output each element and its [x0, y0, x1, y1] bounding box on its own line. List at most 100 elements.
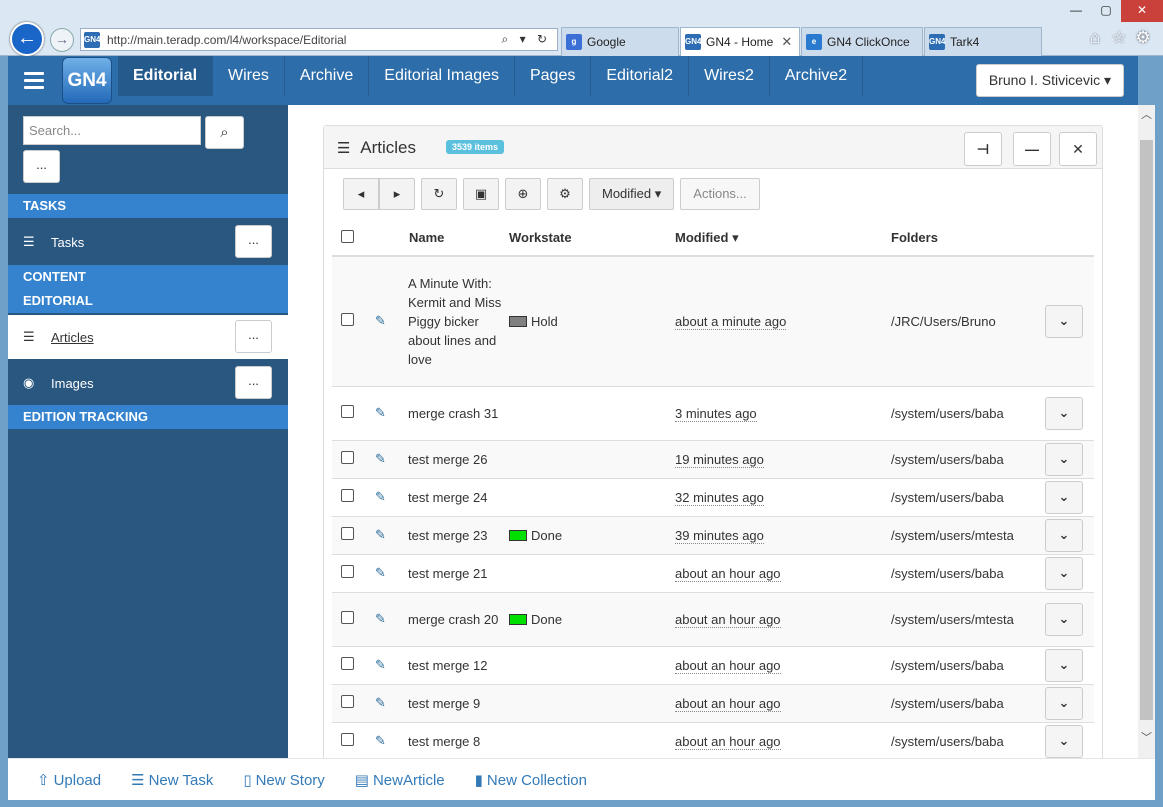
row-checkbox[interactable]	[341, 695, 354, 708]
column-header-folders[interactable]: Folders	[890, 220, 1044, 257]
table-row[interactable]: ✎ test merge 8 about an hour ago/system/us…	[332, 721, 1094, 760]
row-actions-dropdown[interactable]: ⌄	[1045, 442, 1083, 476]
new-story-link[interactable]: ▯ New Story	[243, 771, 324, 789]
scroll-up-arrow[interactable]: ︿	[1138, 105, 1155, 125]
row-name[interactable]: test merge 21	[408, 553, 508, 592]
row-name[interactable]: merge crash 20	[408, 591, 508, 646]
browser-tab[interactable]: GN4 Tark4	[924, 27, 1042, 56]
table-row[interactable]: ✎ test merge 12 about an hour ago/system/u…	[332, 645, 1094, 684]
minimize-window-button[interactable]: —	[1061, 0, 1091, 22]
row-actions-dropdown[interactable]: ⌄	[1045, 396, 1083, 430]
save-button[interactable]: ▣	[463, 178, 499, 210]
row-name[interactable]: test merge 24	[408, 477, 508, 516]
section-edition-tracking[interactable]: EDITION TRACKING	[8, 405, 288, 429]
settings-gear-icon[interactable]: ⚙	[1131, 28, 1155, 48]
row-checkbox[interactable]	[341, 733, 354, 747]
nav-link-archive[interactable]: Archive	[285, 56, 370, 96]
sidebar-item-tasks[interactable]: ☰ Tasks ...	[8, 220, 288, 264]
row-checkbox[interactable]	[341, 657, 354, 670]
hamburger-menu-icon[interactable]	[8, 56, 60, 105]
row-name[interactable]: test merge 26	[408, 439, 508, 478]
address-tools[interactable]: ⌕ ▾ ↻	[502, 32, 551, 47]
section-tasks[interactable]: TASKS	[8, 194, 288, 218]
nav-link-wires[interactable]: Wires	[213, 56, 285, 96]
column-header-workstate[interactable]: Workstate	[508, 220, 674, 257]
row-name[interactable]: merge crash 31	[408, 385, 508, 440]
favorites-star-icon[interactable]: ☆	[1107, 28, 1131, 48]
row-checkbox[interactable]	[341, 489, 354, 502]
section-editorial[interactable]: EDITORIAL	[23, 289, 288, 313]
gn4-logo[interactable]: GN4	[62, 57, 112, 104]
table-row[interactable]: ✎ test merge 23 Done 39 minutes ago/system/…	[332, 515, 1094, 554]
back-button[interactable]: ←	[10, 22, 44, 56]
sidebar-item-images[interactable]: ◉ Images ...	[8, 361, 288, 405]
sort-dropdown[interactable]: Modified ▾	[589, 178, 675, 210]
images-more-button[interactable]: ...	[235, 366, 272, 399]
row-actions-dropdown[interactable]: ⌄	[1045, 480, 1083, 514]
minimize-panel-button[interactable]: —	[1013, 132, 1051, 166]
actions-button[interactable]: Actions...	[680, 178, 760, 210]
table-row[interactable]: ✎ test merge 21 about an hour ago/system/u…	[332, 553, 1094, 592]
upload-link[interactable]: ⇧ Upload	[37, 771, 101, 789]
row-name[interactable]: test merge 9	[408, 683, 508, 722]
row-actions-dropdown[interactable]: ⌄	[1045, 686, 1083, 720]
column-header-name[interactable]: Name	[408, 220, 508, 257]
table-row[interactable]: ✎ test merge 26 19 minutes ago/system/user…	[332, 439, 1094, 478]
table-row[interactable]: ✎ merge crash 31 3 minutes ago/system/user…	[332, 385, 1094, 440]
row-name[interactable]: test merge 12	[408, 645, 508, 684]
table-row[interactable]: ✎ merge crash 20 Done about an hour ago/sys…	[332, 591, 1094, 646]
maximize-window-button[interactable]: ▢	[1091, 0, 1121, 22]
address-bar[interactable]: GN4 http://main.teradp.com/l4/workspace/…	[80, 28, 558, 51]
browser-tab[interactable]: g Google	[561, 27, 679, 56]
scroll-down-arrow[interactable]: ﹀	[1138, 728, 1155, 748]
scroll-thumb[interactable]	[1140, 140, 1153, 720]
address-url[interactable]: http://main.teradp.com/l4/workspace/Edit…	[107, 33, 502, 47]
search-button[interactable]: ⌕	[205, 116, 244, 149]
table-row[interactable]: ✎ A Minute With: Kermit and Miss Piggy bi…	[332, 255, 1094, 386]
new-collection-link[interactable]: ▮ New Collection	[475, 771, 587, 789]
search-input[interactable]: Search...	[23, 116, 201, 145]
pin-button[interactable]: ⊣	[964, 132, 1002, 166]
table-row[interactable]: ✎ test merge 9 about an hour ago/system/us…	[332, 683, 1094, 722]
search-options-button[interactable]: ...	[23, 150, 60, 183]
close-tab-icon[interactable]: ✕	[781, 34, 792, 50]
new-task-link[interactable]: ☰ New Task	[131, 771, 213, 789]
previous-page-button[interactable]: ◂	[343, 178, 379, 210]
row-checkbox[interactable]	[341, 565, 354, 578]
row-checkbox[interactable]	[341, 405, 354, 418]
row-actions-dropdown[interactable]: ⌄	[1045, 648, 1083, 682]
table-row[interactable]: ✎ test merge 24 32 minutes ago/system/user…	[332, 477, 1094, 516]
row-actions-dropdown[interactable]: ⌄	[1045, 304, 1083, 338]
nav-link-archive2[interactable]: Archive2	[770, 56, 864, 96]
new-article-link[interactable]: ▤ NewArticle	[355, 771, 445, 789]
row-actions-dropdown[interactable]: ⌄	[1045, 602, 1083, 636]
row-name[interactable]: A Minute With: Kermit and Miss Piggy bic…	[408, 255, 508, 386]
row-actions-dropdown[interactable]: ⌄	[1045, 724, 1083, 758]
row-checkbox[interactable]	[341, 313, 354, 327]
nav-link-editorial-images[interactable]: Editorial Images	[369, 56, 515, 96]
row-name[interactable]: test merge 8	[408, 721, 508, 760]
nav-link-wires2[interactable]: Wires2	[689, 56, 770, 96]
row-checkbox[interactable]	[341, 527, 354, 540]
sidebar-item-articles[interactable]: ☰ Articles ...	[8, 315, 288, 359]
row-checkbox[interactable]	[341, 611, 354, 624]
nav-link-editorial[interactable]: Editorial	[118, 56, 214, 96]
browser-tab[interactable]: GN4 GN4 - Home ✕	[680, 27, 800, 56]
column-header-modified[interactable]: Modified ▾	[674, 220, 890, 257]
tasks-more-button[interactable]: ...	[235, 225, 272, 258]
refresh-button[interactable]: ↻	[421, 178, 457, 210]
settings-button[interactable]: ⚙	[547, 178, 583, 210]
row-actions-dropdown[interactable]: ⌄	[1045, 518, 1083, 552]
nav-link-editorial2[interactable]: Editorial2	[591, 56, 690, 96]
section-content[interactable]: CONTENT	[23, 265, 288, 289]
row-name[interactable]: test merge 23	[408, 515, 508, 554]
select-all-checkbox[interactable]	[341, 229, 354, 243]
vertical-scrollbar[interactable]: ︿ ﹀	[1138, 105, 1155, 758]
forward-button[interactable]: →	[50, 28, 74, 52]
next-page-button[interactable]: ▸	[379, 178, 415, 210]
close-panel-button[interactable]: ✕	[1059, 132, 1097, 166]
nav-link-pages[interactable]: Pages	[515, 56, 592, 96]
browser-tab[interactable]: e GN4 ClickOnce	[801, 27, 923, 56]
home-icon[interactable]: ⌂	[1083, 28, 1107, 48]
row-actions-dropdown[interactable]: ⌄	[1045, 556, 1083, 590]
